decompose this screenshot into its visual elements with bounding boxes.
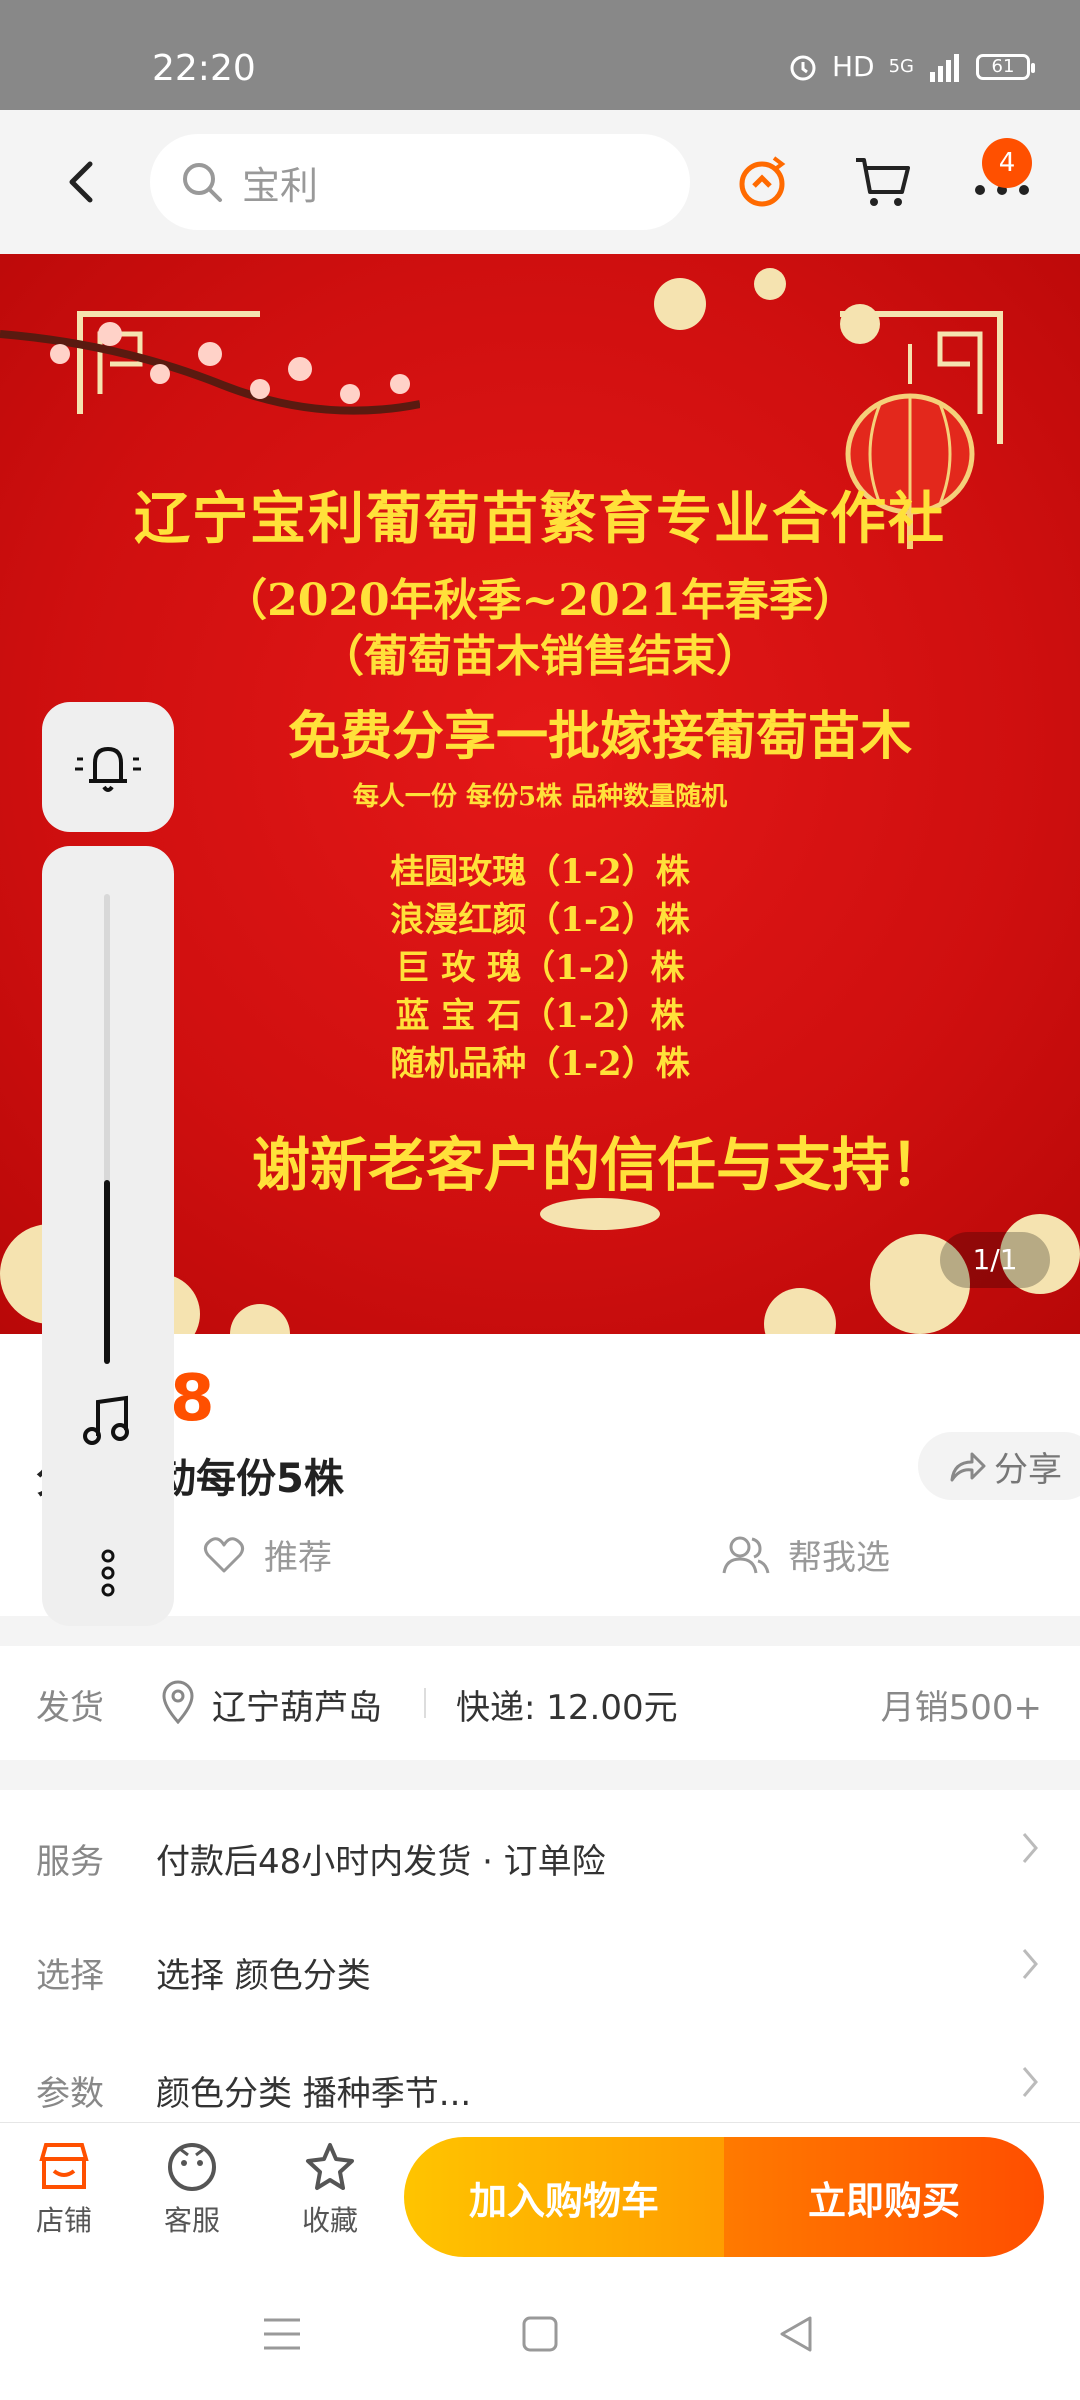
cart-badge: 4: [982, 138, 1032, 188]
home-icon[interactable]: [522, 2316, 558, 2352]
status-time: 22:20: [152, 48, 256, 89]
bottom-action-bar: 店铺 客服 收藏 加入购物车 立即购买: [0, 2122, 1080, 2272]
battery-level: 61: [991, 55, 1015, 77]
favorite-tab[interactable]: 收藏: [280, 2141, 380, 2239]
add-to-cart-button[interactable]: 加入购物车: [404, 2137, 724, 2257]
page-indicator: 1/1: [940, 1232, 1050, 1288]
shipping-fee: 快递: 12.00元: [456, 1688, 678, 1728]
system-nav-bar: [0, 2272, 1080, 2400]
search-icon: [183, 163, 222, 202]
banner-thanks: 谢新老客户的信任与支持！: [251, 1131, 948, 1199]
hd-indicator: HD: [831, 50, 875, 83]
banner-line-2: （2020年秋季~2021年春季）: [223, 575, 857, 626]
more-vertical-icon[interactable]: [96, 1548, 120, 1598]
row-label: 选择: [36, 1956, 104, 1996]
plum-blossom-decoration: [0, 322, 420, 415]
star-icon: [306, 2143, 354, 2190]
alarm-icon: [790, 55, 816, 80]
section-divider: [0, 1760, 1080, 1790]
signal-icon: [930, 53, 959, 82]
flower-decoration-top: [654, 268, 880, 344]
customer-service-label: 客服: [163, 2204, 220, 2237]
chevron-right-icon: [1022, 2067, 1038, 2097]
cart-icon[interactable]: [850, 150, 914, 214]
row-label: 服务: [36, 1842, 104, 1882]
battery-icon: 61: [976, 53, 1035, 80]
help-choose-label: 帮我选: [788, 1538, 890, 1578]
share-label: 分享: [994, 1449, 1062, 1490]
customer-service-tab[interactable]: 客服: [142, 2141, 242, 2239]
recommend-button[interactable]: 推荐: [202, 1530, 332, 1579]
shop-icon: [39, 2143, 89, 2189]
volume-slider-fill: [104, 1180, 110, 1364]
bell-icon: [75, 746, 141, 792]
status-icons: HD 5G 61: [788, 50, 1035, 83]
row-value: 颜色分类 播种季节...: [156, 2074, 472, 2114]
back-icon[interactable]: [52, 152, 112, 212]
row-label: 参数: [36, 2074, 104, 2114]
shop-label: 店铺: [35, 2204, 92, 2237]
banner-line-1: 辽宁宝利葡萄苗繁育专业合作社: [134, 486, 946, 552]
chevron-right-icon: [1022, 1833, 1038, 1863]
monthly-sales: 月销500+: [880, 1688, 1042, 1728]
shipping-location: 辽宁葫芦岛: [212, 1688, 382, 1728]
notification-bell-button[interactable]: [42, 702, 174, 832]
customer-service-icon: [168, 2143, 216, 2191]
row-value: 付款后48小时内发货 · 订单险: [156, 1842, 606, 1882]
shipping-label: 发货: [36, 1688, 104, 1728]
product-price: 8: [170, 1362, 215, 1436]
banner-line-3: （葡萄苗木销售结束）: [320, 631, 760, 682]
buy-now-button[interactable]: 立即购买: [724, 2137, 1044, 2257]
chevron-right-icon: [1022, 1949, 1038, 1979]
location-icon: [162, 1680, 194, 1724]
share-refresh-icon[interactable]: [730, 150, 794, 214]
share-button[interactable]: 分享: [918, 1432, 1080, 1500]
banner-line-4: 免费分享一批嫁接葡萄苗木: [287, 706, 912, 767]
network-indicator: 5G: [888, 56, 914, 77]
shop-tab[interactable]: 店铺: [14, 2141, 114, 2239]
volume-panel: [42, 846, 174, 1626]
nav-bar: 宝利 4: [0, 110, 1080, 254]
recommend-label: 推荐: [264, 1538, 332, 1578]
share-icon: [950, 1452, 986, 1482]
help-choose-button[interactable]: 帮我选: [722, 1530, 890, 1579]
music-note-icon[interactable]: [80, 1392, 136, 1448]
heart-icon: [203, 1536, 245, 1572]
search-query: 宝利: [242, 163, 319, 208]
search-input[interactable]: 宝利: [150, 134, 690, 230]
people-icon: [722, 1536, 770, 1573]
menu-icon[interactable]: [262, 2316, 302, 2352]
row-value: 选择 颜色分类: [156, 1956, 371, 1996]
favorite-label: 收藏: [301, 2204, 358, 2237]
back-nav-icon[interactable]: [776, 2314, 816, 2354]
divider: [424, 1688, 426, 1718]
status-bar: 22:20 HD 5G 61: [0, 0, 1080, 110]
